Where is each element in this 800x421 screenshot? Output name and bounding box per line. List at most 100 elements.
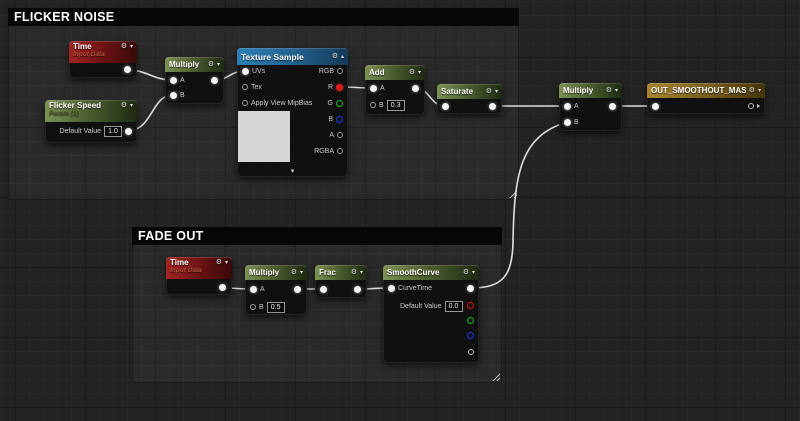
gear-icon[interactable]: ⚙	[486, 88, 492, 95]
input-pin[interactable]	[320, 286, 327, 293]
node-flicker-speed[interactable]: Flicker Speed ⚙ ▾ Param (1) Default Valu…	[45, 100, 137, 143]
input-pin-a[interactable]	[370, 85, 377, 92]
chevron-down-icon[interactable]: ▾	[130, 44, 133, 50]
node-saturate[interactable]: Saturate ⚙ ▾	[437, 84, 502, 114]
output-pin-result[interactable]	[467, 285, 474, 292]
node-title: Frac	[319, 268, 348, 277]
node-multiply-3[interactable]: Multiply ⚙ ▾ A B 0.5	[245, 265, 307, 315]
node-header[interactable]: Texture Sample ⚙ ▴	[237, 48, 348, 65]
output-pin-r[interactable]	[467, 302, 474, 309]
default-value-label: Default Value	[400, 303, 442, 310]
output-pin[interactable]	[211, 77, 218, 84]
node-header[interactable]: OUT_SMOOTHOUT_MASK ⚙ ▾	[647, 83, 765, 98]
gear-icon[interactable]: ⚙	[121, 43, 127, 50]
input-pin-a[interactable]	[250, 286, 257, 293]
node-multiply-2[interactable]: Multiply ⚙ ▾ A B	[559, 83, 622, 131]
output-pin[interactable]	[294, 286, 301, 293]
node-header[interactable]: Add ⚙ ▾	[365, 65, 425, 80]
pin-row-b: B 0.3	[365, 100, 425, 110]
node-add[interactable]: Add ⚙ ▾ A B 0.3	[365, 65, 425, 115]
pin-label-a: A	[260, 286, 265, 293]
input-pin-b[interactable]	[250, 304, 256, 310]
output-pin[interactable]	[125, 128, 132, 135]
pin-row-curvetime: CurveTime	[383, 283, 479, 293]
output-pin[interactable]	[124, 66, 131, 73]
default-value-input[interactable]: 1.0	[104, 126, 122, 137]
chevron-down-icon[interactable]: ▾	[495, 89, 498, 95]
output-pin-rgba[interactable]	[337, 148, 343, 154]
output-pin-rgb[interactable]	[337, 68, 343, 74]
pin-label-b: B	[180, 92, 185, 99]
comment-flicker-noise-title[interactable]: FLICKER NOISE	[8, 8, 519, 26]
pin-row-b: B 0.5	[245, 302, 307, 312]
gear-icon[interactable]: ⚙	[606, 87, 612, 94]
material-graph-canvas[interactable]: FLICKER NOISE FADE OUT Time ⚙ ▾	[0, 0, 800, 421]
input-pin-b[interactable]	[170, 92, 177, 99]
node-header[interactable]: Multiply ⚙ ▾	[245, 265, 307, 280]
node-header[interactable]: Frac ⚙ ▾	[315, 265, 367, 280]
node-header[interactable]: Multiply ⚙ ▾	[165, 57, 224, 72]
node-out-smoothout-mask[interactable]: OUT_SMOOTHOUT_MASK ⚙ ▾	[647, 83, 765, 114]
output-pin[interactable]	[489, 103, 496, 110]
output-pin-b[interactable]	[467, 332, 474, 339]
node-header[interactable]: Time ⚙ ▾ Input Data	[69, 41, 137, 63]
chevron-down-icon[interactable]: ▾	[615, 88, 618, 94]
node-header[interactable]: Flicker Speed ⚙ ▾ Param (1)	[45, 100, 137, 122]
node-frac[interactable]: Frac ⚙ ▾	[315, 265, 367, 298]
default-value-input[interactable]: 0.0	[445, 301, 463, 312]
node-smoothcurve[interactable]: SmoothCurve ⚙ ▾ CurveTime Default Value …	[383, 265, 479, 363]
output-pin[interactable]	[609, 103, 616, 110]
gear-icon[interactable]: ⚙	[463, 269, 469, 276]
gear-icon[interactable]: ⚙	[409, 69, 415, 76]
output-pin-g[interactable]	[467, 317, 474, 324]
output-pin-a[interactable]	[468, 349, 474, 355]
chevron-down-icon[interactable]: ▾	[758, 88, 761, 94]
input-pin[interactable]	[652, 103, 659, 110]
node-header[interactable]: Saturate ⚙ ▾	[437, 84, 502, 99]
chevron-down-icon[interactable]: ▾	[217, 62, 220, 68]
output-pin-b[interactable]	[336, 116, 343, 123]
gear-icon[interactable]: ⚙	[208, 61, 214, 68]
output-pin[interactable]	[748, 103, 754, 109]
expand-chevron-icon[interactable]: ▾	[237, 168, 348, 176]
output-pin[interactable]	[412, 85, 419, 92]
output-pin-g[interactable]	[336, 100, 343, 107]
input-pin-b[interactable]	[564, 119, 571, 126]
chevron-down-icon[interactable]: ▾	[130, 103, 133, 109]
comment-resize-grip[interactable]	[508, 189, 517, 198]
chevron-down-icon[interactable]: ▾	[418, 70, 421, 76]
output-pin[interactable]	[354, 286, 361, 293]
gear-icon[interactable]: ⚙	[351, 269, 357, 276]
chevron-down-icon[interactable]: ▾	[472, 270, 475, 276]
comment-resize-grip[interactable]	[491, 372, 500, 381]
node-title: Multiply	[169, 60, 205, 69]
output-pin-a[interactable]	[337, 132, 343, 138]
node-title: SmoothCurve	[387, 268, 460, 277]
output-pin-r[interactable]	[336, 84, 343, 91]
chevron-up-icon[interactable]: ▴	[341, 54, 344, 60]
b-value-input[interactable]: 0.3	[387, 100, 405, 111]
node-header[interactable]: SmoothCurve ⚙ ▾	[383, 265, 479, 280]
comment-fade-out-title[interactable]: FADE OUT	[132, 227, 502, 245]
node-texture-sample[interactable]: Texture Sample ⚙ ▴ UVs Tex Apply View Mi…	[237, 48, 348, 177]
input-pin[interactable]	[442, 103, 449, 110]
output-pin[interactable]	[219, 284, 226, 291]
node-time-flicker[interactable]: Time ⚙ ▾ Input Data	[69, 41, 137, 78]
gear-icon[interactable]: ⚙	[749, 87, 755, 94]
input-pin-curvetime[interactable]	[388, 285, 395, 292]
node-time-fade[interactable]: Time ⚙ ▾ Input Data	[166, 257, 232, 295]
gear-icon[interactable]: ⚙	[121, 102, 127, 109]
input-pin-a[interactable]	[564, 103, 571, 110]
chevron-down-icon[interactable]: ▾	[360, 270, 363, 276]
node-multiply-1[interactable]: Multiply ⚙ ▾ A B	[165, 57, 224, 104]
input-pin-b[interactable]	[370, 102, 376, 108]
input-pin-a[interactable]	[170, 77, 177, 84]
node-header[interactable]: Time ⚙ ▾ Input Data	[166, 257, 232, 279]
node-header[interactable]: Multiply ⚙ ▾	[559, 83, 622, 98]
chevron-down-icon[interactable]: ▾	[225, 260, 228, 266]
gear-icon[interactable]: ⚙	[332, 53, 338, 60]
b-value-input[interactable]: 0.5	[267, 302, 285, 313]
gear-icon[interactable]: ⚙	[291, 269, 297, 276]
gear-icon[interactable]: ⚙	[216, 259, 222, 266]
chevron-down-icon[interactable]: ▾	[300, 270, 303, 276]
